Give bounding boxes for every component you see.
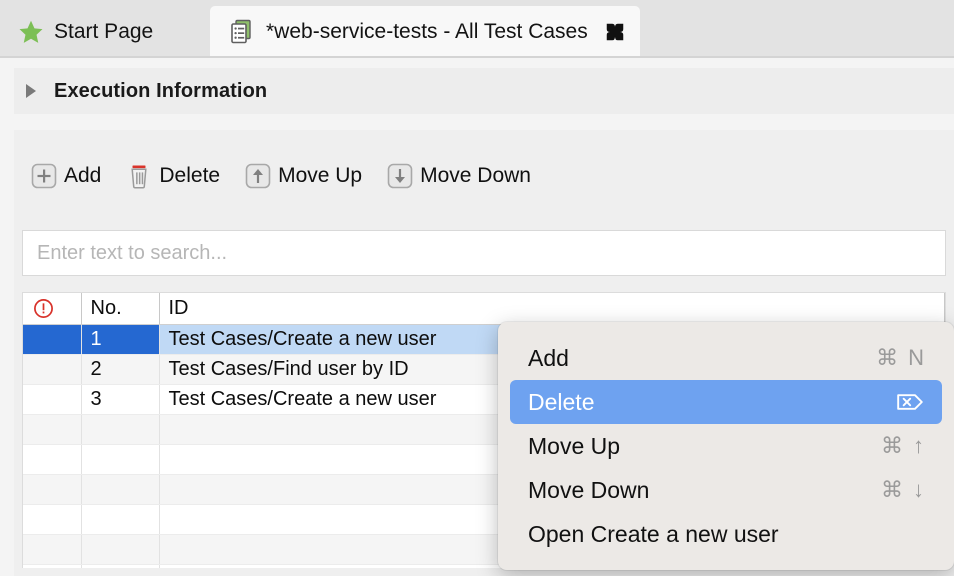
arrow-down-box-icon <box>386 162 414 190</box>
execution-information-section[interactable]: Execution Information <box>14 68 954 114</box>
column-header-flag[interactable] <box>23 293 81 324</box>
column-header-no[interactable]: No. <box>81 293 159 324</box>
context-menu-item-label: Open Create a new user <box>528 521 779 548</box>
command-key-glyph: ⌘ <box>876 347 898 369</box>
cell-no <box>81 504 159 534</box>
button-label: Delete <box>159 164 220 188</box>
cell-flag <box>23 444 81 474</box>
context-menu-item-shortcut: ⌘↓ <box>881 479 924 501</box>
cell-no: 1 <box>81 324 159 354</box>
context-menu-item-shortcut: ⌘N <box>876 347 924 369</box>
button-label: Move Down <box>420 164 531 188</box>
list-toolbar: Add Delete <box>30 162 555 190</box>
cell-flag <box>23 384 81 414</box>
plus-box-icon <box>30 162 58 190</box>
context-menu-item-open-create-a-new-user[interactable]: Open Create a new user <box>510 512 942 556</box>
add-button[interactable]: Add <box>30 162 125 190</box>
cell-flag <box>23 504 81 534</box>
context-menu-item-shortcut: ⌘↑ <box>881 435 924 457</box>
star-icon <box>18 19 44 45</box>
forward-delete-icon <box>896 392 924 412</box>
tab-web-service-tests[interactable]: *web-service-tests - All Test Cases <box>210 6 640 58</box>
command-key-glyph: ⌘ <box>881 479 903 501</box>
context-menu-item-move-down[interactable]: Move Down⌘↓ <box>510 468 942 512</box>
search-field-wrapper[interactable] <box>22 230 946 276</box>
warning-circle-icon <box>32 298 81 319</box>
shortcut-key-glyph: N <box>908 347 924 369</box>
trash-icon <box>125 162 153 190</box>
cell-no: 2 <box>81 354 159 384</box>
tab-start-page[interactable]: Start Page <box>0 6 171 58</box>
context-menu-item-label: Move Up <box>528 433 620 460</box>
cell-no <box>81 444 159 474</box>
shortcut-key-glyph: ↓ <box>913 479 924 501</box>
cell-no <box>81 414 159 444</box>
context-menu[interactable]: Add⌘NDeleteMove Up⌘↑Move Down⌘↓Open Crea… <box>498 322 954 570</box>
chevron-right-icon[interactable] <box>26 84 36 98</box>
context-menu-item-label: Move Down <box>528 477 649 504</box>
cell-no <box>81 474 159 504</box>
cell-flag <box>23 564 81 568</box>
cell-flag <box>23 414 81 444</box>
button-label: Add <box>64 164 101 188</box>
move-up-button[interactable]: Move Up <box>244 162 386 190</box>
button-label: Move Up <box>278 164 362 188</box>
cell-flag <box>23 354 81 384</box>
delete-button[interactable]: Delete <box>125 162 244 190</box>
move-down-button[interactable]: Move Down <box>386 162 555 190</box>
application-window: Start Page *web-service-tests - All Test… <box>0 0 954 576</box>
arrow-up-box-icon <box>244 162 272 190</box>
cell-flag <box>23 534 81 564</box>
cell-flag <box>23 324 81 354</box>
context-menu-item-label: Delete <box>528 389 594 416</box>
cell-no <box>81 534 159 564</box>
search-input[interactable] <box>23 242 945 265</box>
context-menu-item-shortcut <box>896 392 924 412</box>
column-header-id[interactable]: ID <box>159 293 945 324</box>
tab-label: *web-service-tests - All Test Cases <box>266 20 588 44</box>
editor-tab-bar: Start Page *web-service-tests - All Test… <box>0 0 954 58</box>
test-cases-doc-icon <box>228 18 256 46</box>
section-title: Execution Information <box>54 80 267 103</box>
close-icon[interactable] <box>598 21 626 43</box>
shortcut-key-glyph: ↑ <box>913 435 924 457</box>
context-menu-item-delete[interactable]: Delete <box>510 380 942 424</box>
cell-no: 3 <box>81 384 159 414</box>
context-menu-item-label: Add <box>528 345 569 372</box>
tab-label: Start Page <box>54 20 153 44</box>
command-key-glyph: ⌘ <box>881 435 903 457</box>
cell-no <box>81 564 159 568</box>
context-menu-item-move-up[interactable]: Move Up⌘↑ <box>510 424 942 468</box>
cell-flag <box>23 474 81 504</box>
table-header-row: No. ID <box>23 293 945 324</box>
context-menu-item-add[interactable]: Add⌘N <box>510 336 942 380</box>
tab-bar-underline <box>0 56 954 58</box>
